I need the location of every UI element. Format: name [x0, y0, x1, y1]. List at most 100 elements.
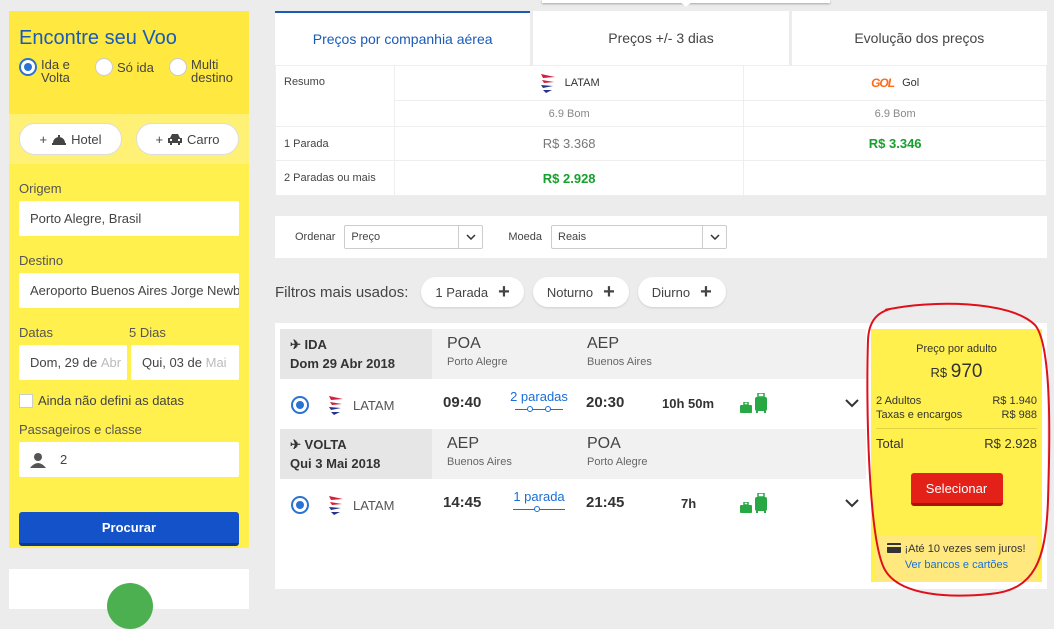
plus-icon: +	[700, 281, 712, 303]
date-text-faded: Mai	[205, 355, 227, 370]
trip-type-roundtrip[interactable]: Ida e Volta	[19, 58, 87, 84]
airport-code: POA	[587, 435, 621, 452]
total-line: Total R$ 2.928	[876, 436, 1037, 451]
return-date-input[interactable]: Qui, 03 de Mai	[131, 345, 239, 380]
order-value: Preço	[351, 231, 381, 243]
destination-airport: POA Porto Alegre	[587, 435, 648, 468]
radio-roundtrip[interactable]	[19, 58, 37, 76]
radio-multi[interactable]	[169, 58, 187, 76]
airport-city: Porto Alegre	[447, 356, 508, 368]
airport-code: AEP	[587, 335, 620, 352]
airport-code: AEP	[447, 435, 480, 452]
undefined-dates-option[interactable]: Ainda não defini as datas	[19, 393, 239, 408]
flight-duration: 10h 50m	[662, 396, 715, 411]
order-select[interactable]: Preço	[344, 225, 484, 249]
leg-label: VOLTA	[304, 437, 347, 452]
banks-cards-link[interactable]: Ver bancos e cartões	[876, 559, 1037, 571]
carry-on-bag-icon	[740, 402, 752, 413]
car-icon	[168, 134, 183, 145]
car-label: Carro	[187, 131, 220, 147]
extras-row: + Hotel + Carro	[9, 114, 249, 164]
destination-label: Destino	[19, 253, 64, 268]
plane-return-icon: ✈	[290, 437, 301, 452]
tab-flexible-dates[interactable]: Preços +/- 3 dias	[533, 11, 789, 65]
search-sidebar: Encontre seu Voo Ida e Volta Só ida Mult…	[9, 11, 249, 548]
gol-score: 6.9 Bom	[743, 100, 1047, 127]
price-currency: R$	[930, 365, 948, 380]
hotel-bell-icon	[52, 135, 67, 145]
filters-label: Filtros mais usados:	[275, 283, 409, 301]
stop-dot	[545, 406, 551, 412]
stop-dot	[527, 406, 533, 412]
radio-oneway[interactable]	[95, 58, 113, 76]
chevron-down-icon	[458, 226, 482, 248]
airline-name: LATAM	[353, 497, 395, 513]
order-label: Ordenar	[295, 231, 336, 243]
inbound-flight-option[interactable]: LATAM 14:45 1 parada 21:45 7h	[280, 479, 866, 529]
promo-icon	[107, 583, 153, 629]
stops-line	[515, 406, 563, 412]
plus-icon: +	[39, 131, 48, 147]
airline-header-gol[interactable]: GOL Gol	[743, 65, 1047, 101]
origin-input[interactable]: Porto Alegre, Brasil	[19, 201, 239, 236]
stops-line	[513, 506, 565, 512]
filter-label: 1 Parada	[435, 284, 489, 300]
filter-night[interactable]: Noturno +	[532, 277, 629, 307]
filter-day[interactable]: Diurno +	[637, 277, 726, 307]
flight-airline: LATAM	[327, 494, 394, 516]
row-label-1stop: 1 Parada	[275, 126, 395, 161]
filter-1stop[interactable]: 1 Parada +	[421, 277, 524, 307]
stops-link[interactable]: 1 parada	[513, 489, 565, 512]
add-car-button[interactable]: + Carro	[136, 123, 239, 155]
undefined-dates-checkbox[interactable]	[19, 393, 33, 408]
airline-header-latam[interactable]: LATAM	[393, 65, 745, 101]
sort-bar: Ordenar Preço Moeda Reais	[275, 216, 1047, 258]
plane-depart-icon: ✈	[290, 337, 301, 352]
undefined-dates-label: Ainda não defini as datas	[38, 393, 184, 408]
taxes-value: R$ 988	[1001, 409, 1037, 421]
search-button[interactable]: Procurar	[19, 512, 239, 546]
checked-bag-icon	[755, 393, 767, 413]
date-inputs: Dom, 29 de Abr Qui, 03 de Mai	[19, 345, 239, 380]
inbound-header: ✈ VOLTA Qui 3 Mai 2018 AEP Buenos Aires …	[280, 429, 866, 479]
baggage-icons	[740, 393, 768, 413]
carry-on-bag-icon	[740, 502, 752, 513]
taxes-label: Taxas e encargos	[876, 409, 963, 421]
destination-input[interactable]: Aeroporto Buenos Aires Jorge Newbery	[19, 273, 239, 308]
inbound-select-radio[interactable]	[291, 496, 309, 514]
latam-2stops-price[interactable]: R$ 2.928	[393, 160, 745, 196]
search-form: Origem Porto Alegre, Brasil Destino Aero…	[9, 181, 249, 546]
outbound-select-radio[interactable]	[291, 396, 309, 414]
gol-1stop-price[interactable]: R$ 3.346	[743, 126, 1047, 161]
passengers-input[interactable]: 2	[19, 442, 239, 477]
latam-1stop-price[interactable]: R$ 3.368	[393, 126, 745, 161]
adults-line: 2 Adultos R$ 1.940	[876, 395, 1037, 407]
summary-label: Resumo	[275, 65, 395, 127]
days-count: 5 Dias	[129, 325, 166, 340]
stops-link[interactable]: 2 paradas	[509, 389, 569, 412]
credit-card-icon	[887, 543, 902, 553]
select-flight-button[interactable]: Selecionar	[910, 473, 1003, 506]
currency-label: Moeda	[508, 231, 542, 243]
hotel-label: Hotel	[71, 131, 102, 147]
plus-icon: +	[498, 281, 510, 303]
tab-airline-prices[interactable]: Preços por companhia aérea	[275, 11, 531, 65]
currency-select[interactable]: Reais	[551, 225, 727, 249]
add-hotel-button[interactable]: + Hotel	[19, 123, 122, 155]
trip-type-multi[interactable]: Multi destino	[169, 58, 239, 84]
plus-icon: +	[155, 131, 164, 147]
tab-price-evolution[interactable]: Evolução dos preços	[791, 11, 1047, 65]
outbound-flight-option[interactable]: LATAM 09:40 2 paradas 20:30 10h 50m	[280, 379, 866, 429]
baggage-icons	[740, 493, 768, 513]
trip-type-oneway[interactable]: Só ida	[95, 58, 161, 76]
chevron-down-icon[interactable]	[845, 399, 859, 408]
installments-box: ¡Até 10 vezes sem juros! Ver bancos e ca…	[876, 536, 1037, 582]
chevron-down-icon[interactable]	[845, 499, 859, 508]
adults-label: 2 Adultos	[876, 395, 922, 407]
divider	[876, 428, 1037, 429]
airport-city: Buenos Aires	[587, 356, 652, 368]
departure-date-input[interactable]: Dom, 29 de Abr	[19, 345, 127, 380]
dropdown-notch	[542, 0, 830, 7]
gol-2stops-price	[743, 160, 1047, 196]
sidebar-title: Encontre seu Voo	[19, 27, 177, 49]
